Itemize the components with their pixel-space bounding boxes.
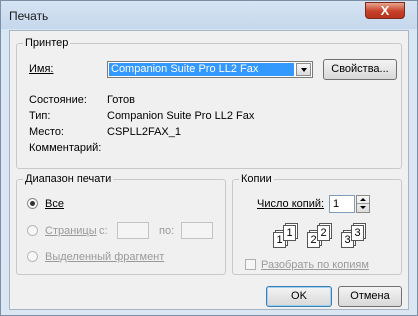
copies-group: Копии Число копий: 1 1 1 2 2 3 3 Разобра… bbox=[232, 173, 402, 275]
printer-group-label: Принтер bbox=[23, 37, 71, 49]
copies-count-label: Число копий: bbox=[257, 198, 325, 210]
status-value: Готов bbox=[107, 94, 135, 106]
print-range-group: Диапазон печати Все Страницы с: по: Выде… bbox=[16, 173, 226, 275]
range-from-label: с: bbox=[99, 225, 108, 237]
collate-checkbox[interactable] bbox=[245, 259, 256, 270]
dialog-body: Принтер Имя: Companion Suite Pro LL2 Fax… bbox=[9, 30, 409, 310]
chevron-down-icon bbox=[360, 206, 366, 209]
range-to-label: по: bbox=[159, 225, 175, 237]
type-value: Companion Suite Pro LL2 Fax bbox=[107, 110, 255, 122]
collate-page-icon: 2 bbox=[317, 225, 330, 241]
collate-page-icon: 1 bbox=[283, 225, 296, 241]
dialog-title: Печать bbox=[9, 9, 49, 23]
where-label: Место: bbox=[29, 126, 64, 138]
collate-page-icon: 3 bbox=[351, 225, 364, 241]
range-pages-label[interactable]: Страницы bbox=[45, 225, 97, 237]
close-button[interactable]: X bbox=[365, 2, 405, 19]
chevron-down-icon bbox=[301, 68, 307, 72]
close-icon: X bbox=[380, 3, 390, 18]
cancel-button[interactable]: Отмена bbox=[338, 286, 402, 307]
printer-name-combo[interactable]: Companion Suite Pro LL2 Fax bbox=[107, 61, 313, 78]
range-selection-radio[interactable] bbox=[27, 251, 38, 262]
copies-spinner[interactable] bbox=[356, 195, 370, 213]
where-value: CSPLL2FAX_1 bbox=[107, 126, 181, 138]
chevron-up-icon bbox=[360, 198, 366, 201]
range-selection-label[interactable]: Выделенный фрагмент bbox=[45, 251, 164, 263]
ok-button[interactable]: OK bbox=[266, 286, 332, 307]
spin-down-button[interactable] bbox=[357, 204, 369, 212]
range-all-label[interactable]: Все bbox=[45, 198, 64, 210]
print-range-label: Диапазон печати bbox=[23, 173, 114, 185]
status-label: Состояние: bbox=[29, 94, 87, 106]
printer-group: Принтер Имя: Companion Suite Pro LL2 Fax… bbox=[16, 37, 402, 169]
copies-count-input[interactable]: 1 bbox=[329, 195, 355, 213]
title-bar[interactable]: Печать X bbox=[1, 1, 417, 29]
properties-button[interactable]: Свойства... bbox=[323, 59, 397, 80]
collate-label[interactable]: Разобрать по копиям bbox=[261, 259, 369, 271]
copies-label: Копии bbox=[239, 173, 274, 185]
range-all-radio[interactable] bbox=[27, 198, 38, 209]
range-pages-radio[interactable] bbox=[27, 225, 38, 236]
comment-label: Комментарий: bbox=[29, 142, 102, 154]
range-from-input[interactable] bbox=[117, 222, 149, 239]
spin-up-button[interactable] bbox=[357, 196, 369, 204]
type-label: Тип: bbox=[29, 110, 51, 122]
combo-dropdown-button[interactable] bbox=[296, 63, 311, 76]
printer-name-label: Имя: bbox=[29, 63, 54, 75]
print-dialog: Печать X Принтер Имя: Companion Suite Pr… bbox=[0, 0, 418, 316]
range-to-input[interactable] bbox=[181, 222, 213, 239]
printer-name-value: Companion Suite Pro LL2 Fax bbox=[109, 63, 294, 76]
